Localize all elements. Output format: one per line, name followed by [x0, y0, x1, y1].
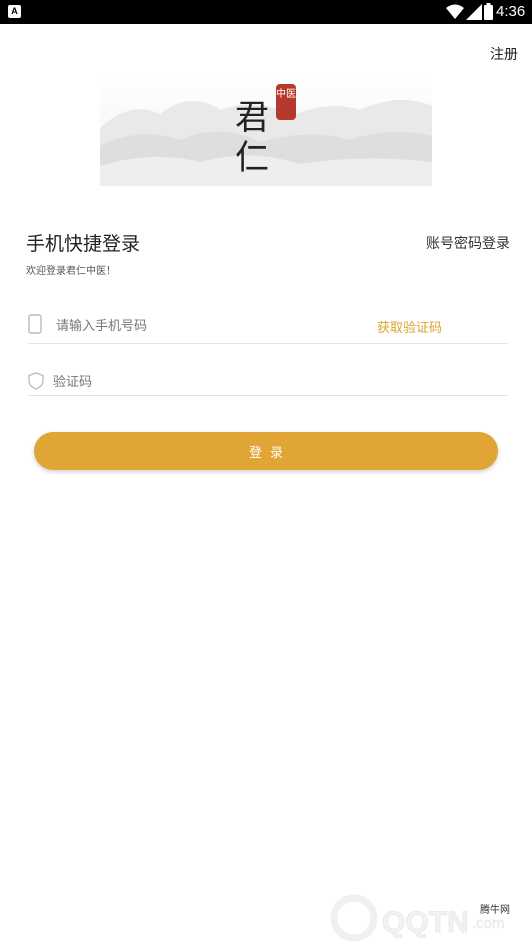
logo-banner: 君 仁 中医	[100, 70, 432, 186]
watermark-site-name: 腾牛网	[480, 905, 510, 916]
page-title: 手机快捷登录	[26, 233, 141, 255]
status-bar: A 4:36	[0, 0, 532, 24]
svg-text:QQTN: QQTN	[382, 906, 469, 939]
register-link[interactable]: 注册	[490, 44, 518, 64]
phone-icon	[28, 314, 42, 338]
logo-char-ren: 仁	[235, 138, 269, 178]
get-code-button[interactable]: 获取验证码	[377, 317, 442, 336]
app-notification-icon: A	[8, 5, 21, 18]
login-button[interactable]: 登录	[34, 432, 498, 470]
logo-seal: 中医	[276, 84, 296, 120]
battery-icon	[484, 3, 493, 24]
welcome-text: 欢迎登录君仁中医！	[26, 266, 116, 277]
code-input-row	[28, 368, 508, 396]
shield-icon	[28, 372, 44, 394]
account-password-login-link[interactable]: 账号密码登录	[426, 233, 510, 253]
status-clock: 4:36	[496, 3, 526, 20]
signal-icon	[466, 4, 482, 24]
watermark-logo: QQTN .com	[320, 888, 532, 946]
wifi-icon	[446, 4, 464, 24]
phone-input[interactable]	[56, 316, 356, 336]
phone-input-row: 获取验证码	[28, 310, 508, 344]
verification-code-input[interactable]	[53, 372, 353, 392]
svg-text:.com: .com	[472, 915, 505, 932]
